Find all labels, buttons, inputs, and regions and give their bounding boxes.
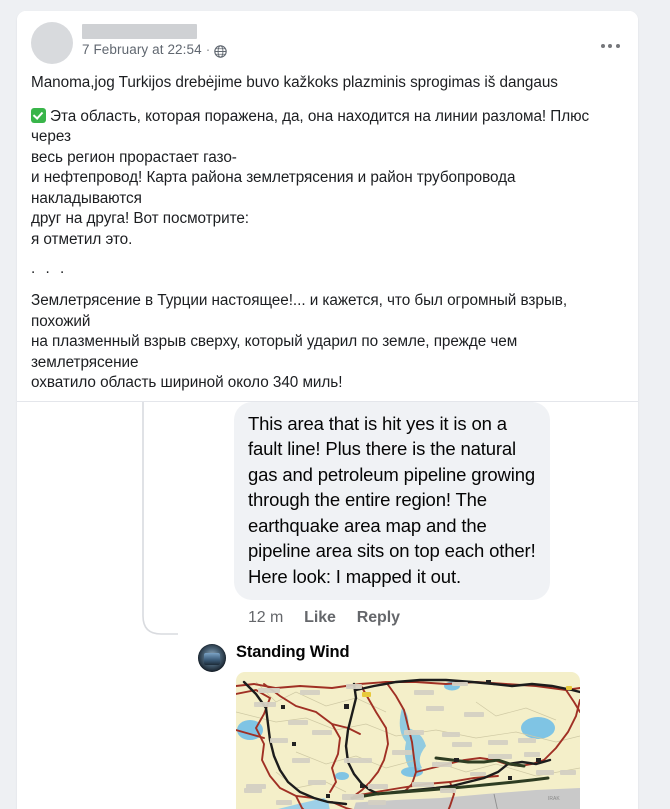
author-name-redacted — [82, 24, 197, 39]
post-ellipsis: . . . — [31, 260, 68, 277]
reply-content: Standing Wind IRAK — [236, 641, 624, 809]
post-paragraph-2-line-2: друг на друга! Вот посмотрите: — [31, 210, 250, 227]
post-card: 7 February at 22:54 · Manoma,jog Turkijo… — [17, 11, 638, 809]
post-title-line: Manoma,jog Turkijos drebėjime buvo kažko… — [31, 74, 558, 91]
comments-section: This area that is hit yes it is on a fau… — [17, 401, 638, 809]
comment-like-button[interactable]: Like — [304, 609, 336, 627]
comment-bubble-wrap: This area that is hit yes it is on a fau… — [234, 401, 550, 600]
post-block: 7 February at 22:54 · Manoma,jog Turkijo… — [17, 11, 638, 402]
post-header-text: 7 February at 22:54 · — [82, 22, 624, 58]
post-more-options-button[interactable] — [593, 35, 627, 57]
more-dot — [608, 44, 612, 48]
author-avatar[interactable] — [31, 22, 73, 64]
reply-author-name[interactable]: Standing Wind — [236, 642, 624, 662]
globe-icon[interactable] — [214, 44, 228, 58]
post-paragraph-4: Землетрясение в Турции настоящее!... и к… — [31, 291, 624, 394]
reply-author-avatar[interactable] — [198, 644, 226, 672]
comment-text: This area that is hit yes it is on a fau… — [248, 412, 536, 587]
post-paragraph-3: я отметил это. — [31, 230, 133, 248]
svg-text:IRAK: IRAK — [548, 796, 560, 802]
post-paragraph-2-line-1: и нефтепровод! Карта района землетрясени… — [31, 169, 516, 207]
post-timestamp[interactable]: 7 February at 22:54 — [82, 42, 202, 58]
comment-reply-button[interactable]: Reply — [357, 609, 400, 627]
comment-item: This area that is hit yes it is on a fau… — [31, 401, 624, 600]
post-paragraph-1: Эта область, которая поражена, да, она н… — [31, 106, 624, 169]
comment-bubble[interactable]: This area that is hit yes it is on a fau… — [234, 401, 550, 600]
post-paragraph-4-line-2: на плазменный взрыв сверху, который удар… — [31, 333, 518, 371]
post-body: Manoma,jog Turkijos drebėjime buvo kažko… — [17, 73, 638, 394]
more-dot — [600, 44, 605, 48]
more-dot — [615, 44, 620, 48]
post-paragraph-4-line-3: охватило область шириной около 340 миль! — [31, 374, 343, 391]
reply-item: Standing Wind IRAK — [31, 641, 624, 809]
comment-actions: 12 m Like Reply — [248, 609, 624, 629]
post-paragraph-1-line-1: Эта область, которая поражена, да, она н… — [31, 107, 590, 146]
reply-map-image[interactable]: SURİYE IRAK ARAZİ ETÜT VE PROJE DAİRESİ … — [236, 672, 580, 809]
post-header: 7 February at 22:54 · — [17, 11, 638, 64]
comment-timestamp[interactable]: 12 m — [248, 609, 283, 627]
post-paragraph-1-line-2: весь регион прорастает газо- — [31, 148, 237, 166]
post-paragraph-4-line-1: Землетрясение в Турции настоящее!... и к… — [31, 292, 568, 330]
post-paragraph-2: и нефтепровод! Карта района землетрясени… — [31, 168, 624, 230]
meta-separator: · — [205, 42, 211, 57]
post-meta: 7 February at 22:54 · — [82, 42, 624, 58]
white-check-mark-icon — [31, 107, 46, 123]
post-paragraph-1-line-1-wrap: Эта область, которая поражена, да, она н… — [31, 106, 624, 148]
